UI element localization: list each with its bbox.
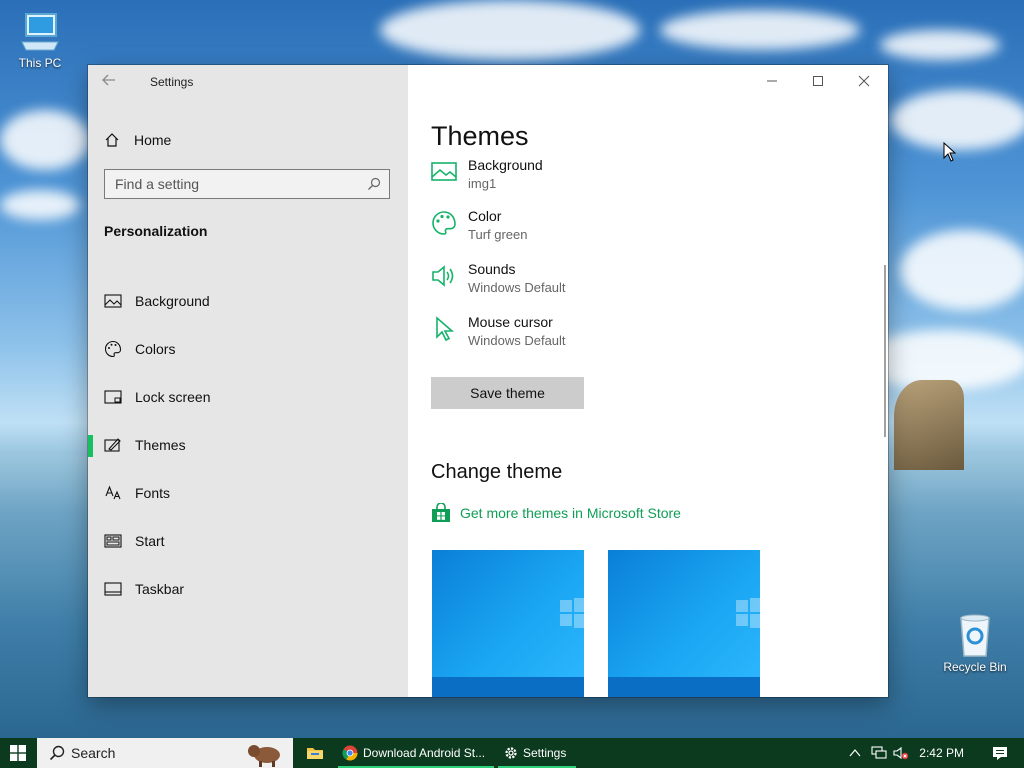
- nav-item-fonts[interactable]: Fonts: [88, 469, 408, 517]
- volume-muted-icon[interactable]: [893, 746, 909, 760]
- theme-thumbnail[interactable]: [608, 550, 760, 697]
- taskbar-search[interactable]: [37, 738, 293, 768]
- mouse-pointer-icon: [943, 142, 957, 162]
- nav-item-start[interactable]: Start: [88, 517, 408, 565]
- nav-item-label: Lock screen: [135, 389, 211, 405]
- nav-item-taskbar[interactable]: Taskbar: [88, 565, 408, 613]
- home-icon: [105, 133, 119, 147]
- page-title: Themes: [431, 121, 529, 151]
- chevron-up-icon[interactable]: [849, 748, 861, 758]
- system-tray: 2:42 PM: [849, 738, 1024, 768]
- taskbar-app-settings[interactable]: Settings: [498, 738, 576, 768]
- themes-icon: [104, 438, 121, 452]
- gear-icon: [505, 747, 517, 759]
- windows-logo-icon: [560, 598, 584, 628]
- theme-setting-background[interactable]: Background img1: [431, 157, 543, 191]
- themes-page: Themes Background img1 Color Turf green: [408, 65, 888, 697]
- setting-title: Color: [468, 208, 502, 224]
- section-title: Personalization: [104, 223, 208, 239]
- palette-icon: [105, 340, 122, 358]
- action-center-icon[interactable]: [992, 746, 1008, 761]
- nav-item-label: Colors: [135, 341, 176, 357]
- theme-setting-mouse-cursor[interactable]: Mouse cursor Windows Default: [431, 314, 566, 348]
- desktop-icon-recycle-bin[interactable]: Recycle Bin: [940, 612, 1010, 674]
- chrome-icon: [342, 745, 358, 761]
- nav-item-label: Themes: [135, 437, 186, 453]
- nav-item-label: Start: [135, 533, 165, 549]
- setting-value: Windows Default: [468, 280, 566, 295]
- minimize-button[interactable]: [752, 71, 792, 91]
- desktop-icon-this-pc[interactable]: This PC: [5, 12, 75, 70]
- theme-thumbnail[interactable]: [432, 550, 584, 697]
- find-setting-input[interactable]: [105, 175, 367, 193]
- taskbar-app-label: Settings: [523, 746, 567, 760]
- nav-item-colors[interactable]: Colors: [88, 325, 408, 373]
- back-button[interactable]: [102, 73, 122, 93]
- fonts-icon: [105, 485, 121, 500]
- folder-icon: [307, 748, 323, 759]
- settings-sidebar: Settings Home Personalization Background: [88, 65, 408, 697]
- recycle-bin-icon: [960, 614, 990, 657]
- computer-icon: [21, 13, 59, 51]
- theme-setting-color[interactable]: Color Turf green: [431, 208, 528, 242]
- windows-logo-icon: [736, 598, 760, 628]
- search-icon: [49, 745, 65, 761]
- save-theme-button[interactable]: Save theme: [431, 377, 584, 409]
- image-icon: [431, 162, 457, 181]
- setting-value: Windows Default: [468, 333, 566, 348]
- nav-item-label: Fonts: [135, 485, 171, 501]
- clock[interactable]: 2:42 PM: [919, 746, 964, 760]
- change-theme-heading: Change theme: [431, 461, 563, 483]
- setting-value: Turf green: [468, 227, 528, 242]
- taskbar: Download Android St... Settings 2:42 PM: [0, 738, 1024, 768]
- cursor-icon: [436, 316, 455, 342]
- home-label: Home: [134, 132, 172, 148]
- settings-window: Settings Home Personalization Background: [88, 65, 888, 697]
- store-link-label: Get more themes in Microsoft Store: [460, 505, 681, 521]
- search-icon: [368, 177, 381, 190]
- setting-title: Background: [468, 157, 543, 173]
- microsoft-store-link[interactable]: Get more themes in Microsoft Store: [431, 503, 681, 523]
- nav-item-label: Taskbar: [135, 581, 185, 597]
- setting-title: Sounds: [468, 261, 516, 277]
- windows-logo-icon: [10, 745, 26, 761]
- minimize-icon: [767, 80, 777, 82]
- taskbar-search-input[interactable]: [65, 744, 243, 762]
- store-icon: [432, 503, 450, 522]
- start-icon: [104, 534, 122, 548]
- close-button[interactable]: [844, 71, 884, 91]
- back-arrow-icon: [102, 74, 115, 86]
- network-icon[interactable]: [871, 746, 887, 760]
- personalization-nav: Background Colors Lock screen Themes Fon…: [88, 277, 408, 613]
- maximize-icon: [813, 76, 823, 86]
- animal-sticker-icon: [247, 741, 280, 767]
- lock-screen-icon: [104, 390, 122, 404]
- taskbar-file-explorer[interactable]: [300, 738, 330, 768]
- desktop-icon-label: Recycle Bin: [943, 660, 1007, 674]
- home-link[interactable]: Home: [104, 129, 171, 151]
- taskbar-icon: [104, 582, 122, 596]
- start-button[interactable]: [0, 738, 36, 768]
- speaker-icon: [432, 265, 454, 287]
- theme-setting-sounds[interactable]: Sounds Windows Default: [431, 261, 566, 295]
- nav-item-background[interactable]: Background: [88, 277, 408, 325]
- setting-value: img1: [468, 176, 497, 191]
- setting-title: Mouse cursor: [468, 314, 553, 330]
- scrollbar[interactable]: [884, 265, 886, 437]
- nav-item-themes[interactable]: Themes: [88, 421, 408, 469]
- taskbar-app-chrome[interactable]: Download Android St...: [338, 738, 494, 768]
- nav-item-label: Background: [135, 293, 210, 309]
- image-icon: [104, 294, 122, 308]
- window-title: Settings: [150, 75, 194, 89]
- find-setting-box[interactable]: [104, 169, 390, 199]
- desktop-icon-label: This PC: [18, 56, 62, 70]
- palette-icon: [432, 211, 456, 235]
- nav-item-lock-screen[interactable]: Lock screen: [88, 373, 408, 421]
- taskbar-app-label: Download Android St...: [363, 746, 486, 760]
- maximize-button[interactable]: [798, 71, 838, 91]
- close-icon: [858, 75, 870, 87]
